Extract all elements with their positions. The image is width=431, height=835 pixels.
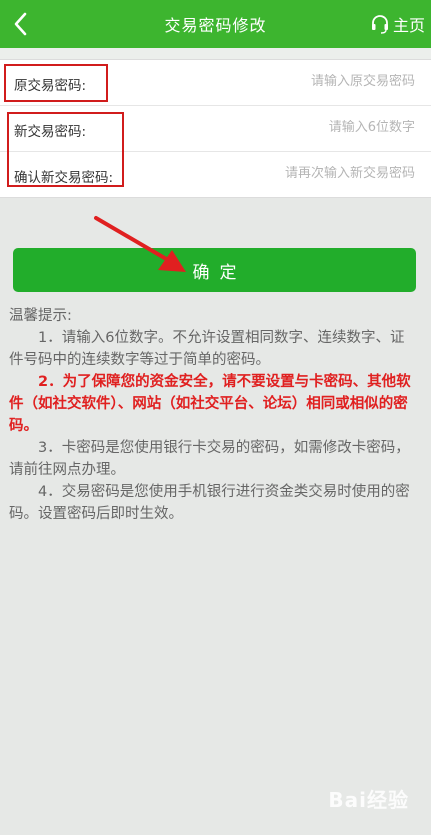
original-password-input[interactable] bbox=[215, 74, 415, 89]
new-password-input[interactable] bbox=[215, 120, 415, 135]
tip-item-1: 1．请输入6位数字。不允许设置相同数字、连续数字、证件号码中的连续数字等过于简单… bbox=[9, 330, 405, 368]
page-title: 交易密码修改 bbox=[164, 16, 267, 35]
new-password-label: 新交易密码: bbox=[14, 124, 87, 140]
tip-item-2: 2．为了保障您的资金安全，请不要设置与卡密码、其他软件（如社交软件）、网站（如社… bbox=[9, 374, 411, 434]
tip-item-3: 3．卡密码是您使用银行卡交易的密码，如需修改卡密码，请前往网点办理。 bbox=[9, 440, 410, 478]
home-label: 主页 bbox=[392, 16, 425, 35]
app-header: 交易密码修改 主页 bbox=[0, 0, 431, 48]
confirm-password-label: 确认新交易密码: bbox=[14, 170, 114, 186]
home-button[interactable]: 主页 bbox=[370, 12, 425, 36]
watermark-logo: Bai经验 bbox=[328, 788, 409, 812]
confirm-password-row: 确认新交易密码: bbox=[0, 152, 431, 197]
header-subbar bbox=[0, 48, 431, 59]
tip-item-4: 4．交易密码是您使用手机银行进行资金类交易时使用的密码。设置密码后即时生效。 bbox=[9, 484, 410, 522]
tips-heading: 温馨提示: bbox=[9, 308, 72, 324]
confirm-password-input[interactable] bbox=[215, 166, 415, 181]
password-form: 原交易密码: 新交易密码: 确认新交易密码: bbox=[0, 59, 431, 198]
original-password-row: 原交易密码: bbox=[0, 60, 431, 106]
confirm-button[interactable]: 确定 bbox=[13, 248, 416, 292]
headset-icon bbox=[371, 15, 388, 34]
tips-section: 温馨提示: 1．请输入6位数字。不允许设置相同数字、连续数字、证件号码中的连续数… bbox=[9, 305, 415, 525]
new-password-row: 新交易密码: bbox=[0, 106, 431, 152]
original-password-label: 原交易密码: bbox=[14, 78, 87, 94]
